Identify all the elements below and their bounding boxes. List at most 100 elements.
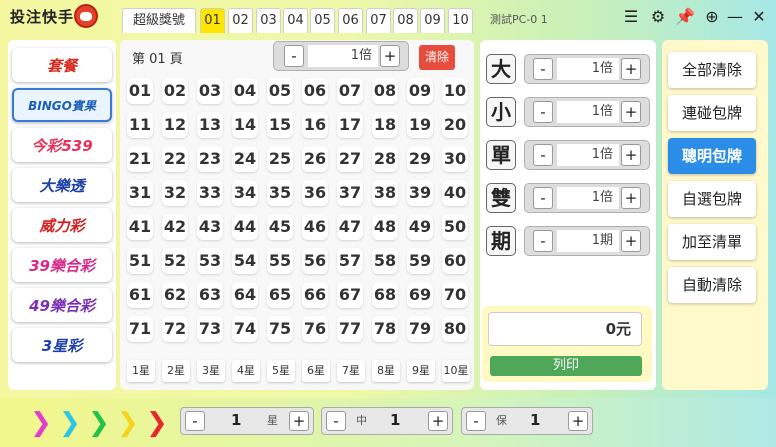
- number-ball-63[interactable]: 63: [197, 282, 223, 308]
- tab-10[interactable]: 10: [448, 8, 473, 33]
- number-ball-22[interactable]: 22: [162, 146, 188, 172]
- increment-button[interactable]: +: [380, 45, 400, 67]
- number-ball-19[interactable]: 19: [407, 112, 433, 138]
- number-ball-20[interactable]: 20: [442, 112, 468, 138]
- number-ball-25[interactable]: 25: [267, 146, 293, 172]
- tab-05[interactable]: 05: [310, 8, 335, 33]
- number-ball-30[interactable]: 30: [442, 146, 468, 172]
- bet-type-value[interactable]: 1倍: [557, 58, 619, 80]
- star-button-10[interactable]: 10星: [442, 360, 470, 382]
- number-ball-28[interactable]: 28: [372, 146, 398, 172]
- increment-button[interactable]: +: [621, 101, 641, 123]
- number-ball-48[interactable]: 48: [372, 214, 398, 240]
- number-ball-02[interactable]: 02: [162, 78, 188, 104]
- bottom-stepper-0[interactable]: - 1 星 +: [180, 407, 314, 435]
- number-ball-09[interactable]: 09: [407, 78, 433, 104]
- star-button-9[interactable]: 9星: [407, 360, 435, 382]
- number-ball-03[interactable]: 03: [197, 78, 223, 104]
- number-ball-38[interactable]: 38: [372, 180, 398, 206]
- increment-button[interactable]: +: [621, 58, 641, 80]
- bet-type-value[interactable]: 1倍: [557, 187, 619, 209]
- number-ball-08[interactable]: 08: [372, 78, 398, 104]
- number-ball-15[interactable]: 15: [267, 112, 293, 138]
- increment-button[interactable]: +: [428, 411, 448, 431]
- number-ball-46[interactable]: 46: [302, 214, 328, 240]
- number-ball-69[interactable]: 69: [407, 282, 433, 308]
- number-ball-14[interactable]: 14: [232, 112, 258, 138]
- clear-button[interactable]: 清除: [419, 45, 455, 70]
- bet-type-stepper[interactable]: -1倍 +: [524, 140, 650, 170]
- number-ball-42[interactable]: 42: [162, 214, 188, 240]
- tab-01[interactable]: 01: [200, 8, 225, 33]
- pin-icon[interactable]: 📌: [674, 6, 696, 28]
- increment-button[interactable]: +: [621, 144, 641, 166]
- bet-type-value[interactable]: 1倍: [557, 144, 619, 166]
- number-ball-54[interactable]: 54: [232, 248, 258, 274]
- action-button-5[interactable]: 自動清除: [668, 267, 756, 303]
- multiplier-value[interactable]: 1倍: [308, 45, 378, 67]
- decrement-button[interactable]: -: [326, 411, 346, 431]
- number-ball-41[interactable]: 41: [127, 214, 153, 240]
- increment-button[interactable]: +: [568, 411, 588, 431]
- decrement-button[interactable]: -: [533, 187, 553, 209]
- number-ball-68[interactable]: 68: [372, 282, 398, 308]
- bet-type-label[interactable]: 大: [486, 54, 516, 84]
- number-ball-55[interactable]: 55: [267, 248, 293, 274]
- bottom-stepper-2[interactable]: - 保 1 +: [461, 407, 593, 435]
- number-ball-21[interactable]: 21: [127, 146, 153, 172]
- star-button-5[interactable]: 5星: [267, 360, 295, 382]
- bet-type-value[interactable]: 1期: [557, 230, 619, 252]
- number-ball-01[interactable]: 01: [127, 78, 153, 104]
- number-ball-66[interactable]: 66: [302, 282, 328, 308]
- decrement-button[interactable]: -: [185, 411, 205, 431]
- decrement-button[interactable]: -: [533, 58, 553, 80]
- number-ball-07[interactable]: 07: [337, 78, 363, 104]
- number-ball-52[interactable]: 52: [162, 248, 188, 274]
- star-button-3[interactable]: 3星: [197, 360, 225, 382]
- tab-super-number[interactable]: 超級獎號: [122, 8, 196, 33]
- action-button-1[interactable]: 連碰包牌: [668, 95, 756, 131]
- number-ball-74[interactable]: 74: [232, 316, 258, 342]
- number-ball-43[interactable]: 43: [197, 214, 223, 240]
- number-ball-12[interactable]: 12: [162, 112, 188, 138]
- number-ball-51[interactable]: 51: [127, 248, 153, 274]
- star-button-7[interactable]: 7星: [337, 360, 365, 382]
- number-ball-18[interactable]: 18: [372, 112, 398, 138]
- number-ball-56[interactable]: 56: [302, 248, 328, 274]
- decrement-button[interactable]: -: [466, 411, 486, 431]
- number-ball-16[interactable]: 16: [302, 112, 328, 138]
- number-ball-77[interactable]: 77: [337, 316, 363, 342]
- number-ball-53[interactable]: 53: [197, 248, 223, 274]
- lottery-item-5[interactable]: 39樂合彩: [12, 248, 112, 282]
- number-ball-71[interactable]: 71: [127, 316, 153, 342]
- number-ball-76[interactable]: 76: [302, 316, 328, 342]
- action-button-2[interactable]: 聰明包牌: [668, 138, 756, 174]
- number-ball-11[interactable]: 11: [127, 112, 153, 138]
- number-ball-27[interactable]: 27: [337, 146, 363, 172]
- number-ball-50[interactable]: 50: [442, 214, 468, 240]
- minimize-icon[interactable]: —: [724, 6, 746, 28]
- number-ball-59[interactable]: 59: [407, 248, 433, 274]
- number-ball-60[interactable]: 60: [442, 248, 468, 274]
- number-ball-61[interactable]: 61: [127, 282, 153, 308]
- increment-button[interactable]: +: [621, 187, 641, 209]
- tab-07[interactable]: 07: [366, 8, 391, 33]
- number-ball-33[interactable]: 33: [197, 180, 223, 206]
- action-button-0[interactable]: 全部清除: [668, 52, 756, 88]
- number-ball-73[interactable]: 73: [197, 316, 223, 342]
- tab-03[interactable]: 03: [256, 8, 281, 33]
- number-ball-58[interactable]: 58: [372, 248, 398, 274]
- bet-type-label[interactable]: 雙: [486, 183, 516, 213]
- decrement-button[interactable]: -: [284, 45, 304, 67]
- star-button-4[interactable]: 4星: [232, 360, 260, 382]
- lottery-item-7[interactable]: 3星彩: [12, 328, 112, 362]
- bet-type-label[interactable]: 單: [486, 140, 516, 170]
- lottery-item-6[interactable]: 49樂合彩: [12, 288, 112, 322]
- number-ball-36[interactable]: 36: [302, 180, 328, 206]
- bet-type-label[interactable]: 小: [486, 97, 516, 127]
- number-ball-34[interactable]: 34: [232, 180, 258, 206]
- number-ball-67[interactable]: 67: [337, 282, 363, 308]
- star-button-2[interactable]: 2星: [162, 360, 190, 382]
- number-ball-17[interactable]: 17: [337, 112, 363, 138]
- decrement-button[interactable]: -: [533, 144, 553, 166]
